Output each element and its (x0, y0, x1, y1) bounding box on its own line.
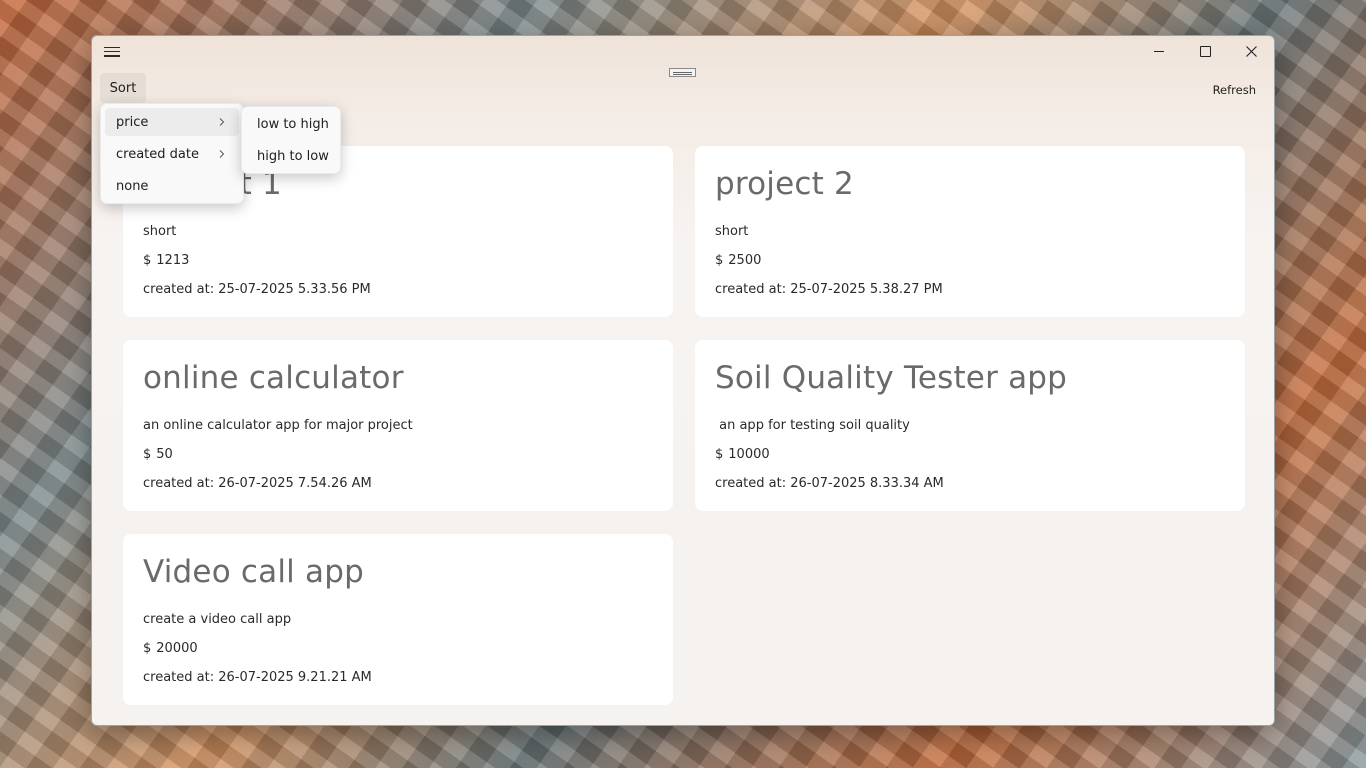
project-title: project 2 (715, 166, 854, 202)
project-card[interactable]: project 2 short $2500 created at: 25-07-… (695, 146, 1245, 317)
project-description: short (715, 224, 749, 239)
refresh-button[interactable]: Refresh (1213, 83, 1256, 97)
currency-symbol: $ (143, 447, 152, 462)
project-price: $20000 (143, 641, 198, 656)
currency-symbol: $ (143, 253, 152, 268)
project-card[interactable]: Video call app create a video call app $… (123, 534, 673, 705)
window-controls (1136, 36, 1274, 66)
sort-menu: price created date none (100, 103, 244, 204)
currency-symbol: $ (715, 253, 724, 268)
menu-item-label: created date (116, 146, 199, 162)
hamburger-menu-icon[interactable] (104, 44, 120, 58)
sort-button[interactable]: Sort (100, 73, 146, 103)
currency-symbol: $ (143, 641, 152, 656)
title-bar[interactable] (92, 36, 1274, 66)
project-description: an app for testing soil quality (715, 418, 910, 433)
menu-item-label: none (116, 178, 149, 194)
price-submenu: low to high high to low (241, 106, 341, 174)
price-value: 20000 (156, 641, 198, 656)
chevron-right-icon (219, 118, 225, 126)
submenu-item-high-to-low[interactable]: high to low (246, 142, 336, 170)
project-title: Video call app (143, 554, 364, 590)
sort-menu-item-price[interactable]: price (105, 108, 239, 136)
drag-handle-icon[interactable] (669, 68, 696, 77)
currency-symbol: $ (715, 447, 724, 462)
minimize-button[interactable] (1136, 36, 1182, 66)
maximize-icon (1199, 45, 1211, 57)
project-created-date: created at: 26-07-2025 7.54.26 AM (143, 476, 372, 491)
price-value: 2500 (728, 253, 762, 268)
project-title: online calculator (143, 360, 404, 396)
project-price: $10000 (715, 447, 770, 462)
project-created-date: created at: 25-07-2025 5.38.27 PM (715, 282, 943, 297)
submenu-item-low-to-high[interactable]: low to high (246, 110, 336, 138)
project-description: an online calculator app for major proje… (143, 418, 413, 433)
project-description: short (143, 224, 177, 239)
price-value: 10000 (728, 447, 770, 462)
project-card[interactable]: Soil Quality Tester app an app for testi… (695, 340, 1245, 511)
close-button[interactable] (1228, 36, 1274, 66)
sort-menu-item-created-date[interactable]: created date (105, 140, 239, 168)
project-price: $50 (143, 447, 173, 462)
project-created-date: created at: 26-07-2025 8.33.34 AM (715, 476, 944, 491)
project-title: Soil Quality Tester app (715, 360, 1068, 396)
project-description: create a video call app (143, 612, 292, 627)
price-value: 50 (156, 447, 173, 462)
close-icon (1245, 45, 1257, 57)
project-price: $2500 (715, 253, 761, 268)
price-value: 1213 (156, 253, 190, 268)
menu-item-label: price (116, 114, 149, 130)
project-card[interactable]: online calculator an online calculator a… (123, 340, 673, 511)
sort-menu-item-none[interactable]: none (105, 172, 239, 200)
minimize-icon (1154, 50, 1164, 52)
project-created-date: created at: 26-07-2025 9.21.21 AM (143, 670, 372, 685)
project-price: $1213 (143, 253, 189, 268)
maximize-button[interactable] (1182, 36, 1228, 66)
project-created-date: created at: 25-07-2025 5.33.56 PM (143, 282, 371, 297)
chevron-right-icon (219, 150, 225, 158)
